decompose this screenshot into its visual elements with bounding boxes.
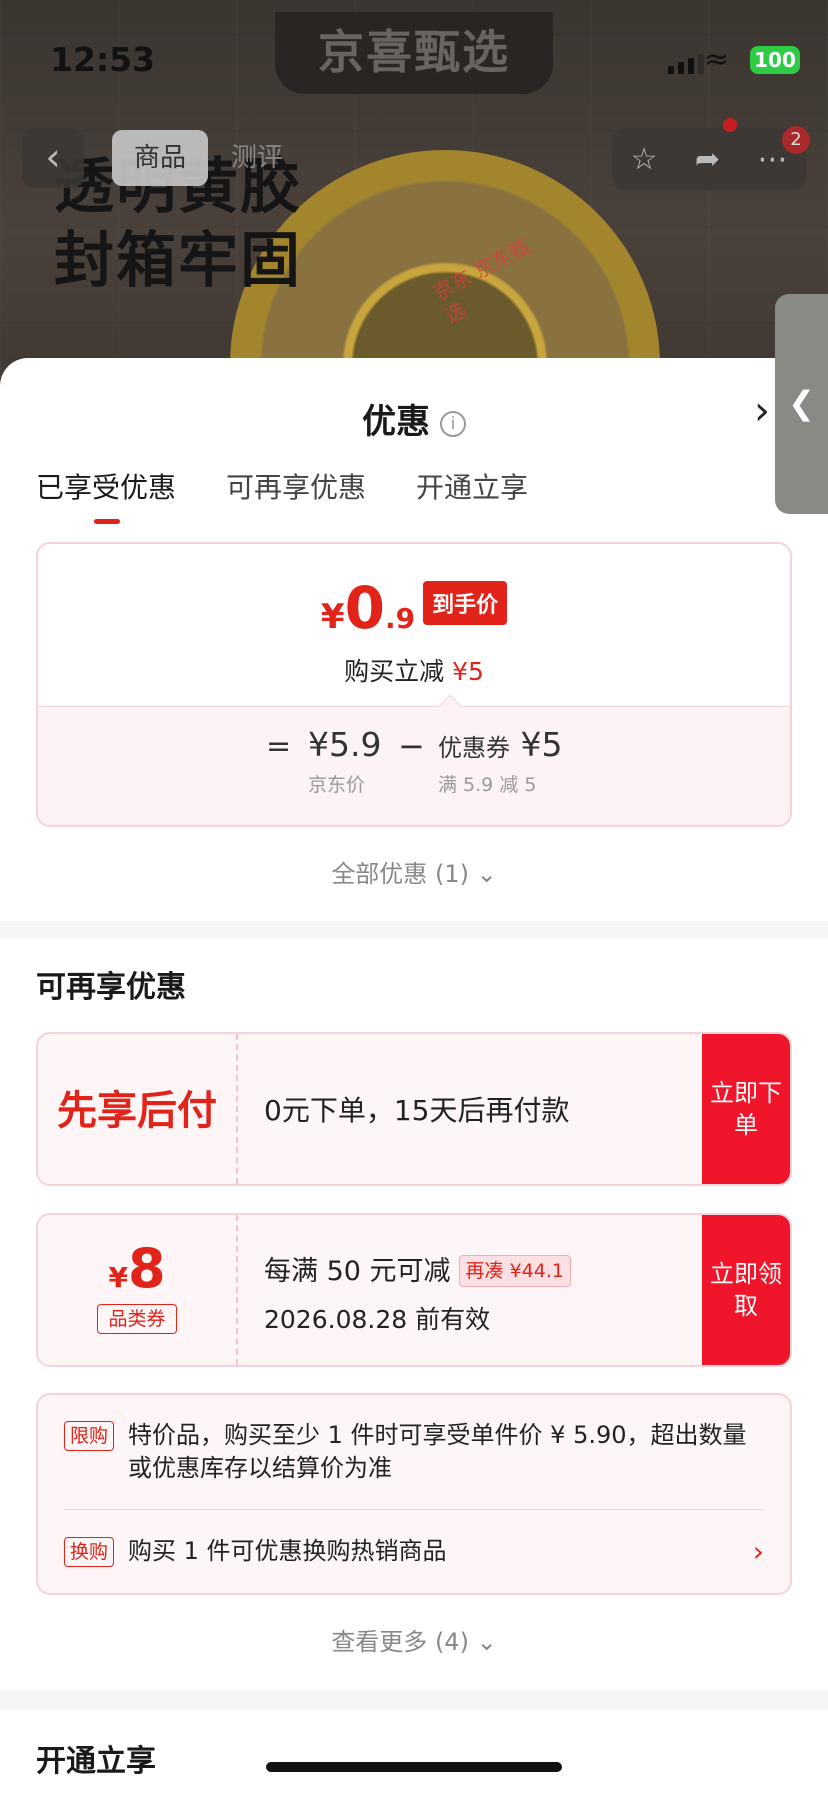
final-price-card: ¥0.9 到手价 购买立减 ¥5 = ¥5.9 京东价 − 优惠券 ¥5 满 5.… — [36, 542, 792, 827]
category-coupon-card[interactable]: ¥8 品类券 每满 50 元可减 再凑 ¥44.1 2026.08.28 前有效 … — [36, 1213, 792, 1367]
category-coupon-type: 品类券 — [97, 1304, 177, 1334]
coupon-block: 优惠券 ¥5 满 5.9 减 5 — [438, 725, 563, 797]
base-price: ¥5.9 — [308, 725, 382, 764]
coupon-value: 优惠券 ¥5 — [438, 725, 563, 764]
claim-coupon-button[interactable]: 立即领取 — [702, 1215, 790, 1365]
reduce-label: 购买立减 — [344, 657, 445, 686]
home-indicator[interactable] — [266, 1762, 562, 1772]
all-offers-label: 全部优惠 (1) — [331, 860, 469, 888]
tab-enjoyed-offers[interactable]: 已享受优惠 — [36, 466, 176, 524]
base-price-block: ¥5.9 京东价 — [308, 725, 381, 797]
category-coupon-rule: 每满 50 元可减 — [264, 1256, 451, 1287]
rule-divider — [64, 1509, 764, 1510]
signal-icon — [668, 52, 704, 74]
chevron-down-icon: ⌄ — [476, 860, 497, 888]
tab-more-offers[interactable]: 可再享优惠 — [226, 466, 366, 506]
sheet-title-text: 优惠 — [362, 402, 430, 442]
share-icon[interactable]: ➦ — [695, 142, 720, 177]
status-bar: 12:53 京喜甄选 ≈ 100 — [0, 0, 828, 110]
final-price-tag: 到手价 — [423, 581, 508, 625]
rule-row-limit: 限购 特价品，购买至少 1 件时可享受单件价 ¥ 5.90，超出数量或优惠库存以… — [64, 1419, 764, 1485]
tab-review[interactable]: 测评 — [212, 130, 302, 186]
close-icon[interactable]: › — [754, 388, 770, 434]
offers-sheet: 优惠 i › 已享受优惠 可再享优惠 开通立享 ¥0.9 到手价 购买立减 ¥5 =… — [0, 358, 828, 1793]
chevron-right-icon: › — [752, 1535, 764, 1568]
reduce-line: 购买立减 ¥5 — [38, 652, 790, 688]
category-coupon-amount: ¥8 — [38, 1237, 236, 1300]
category-coupon-valid: 2026.08.28 前有效 — [264, 1305, 491, 1334]
side-collapse-handle[interactable]: ❮ — [775, 294, 828, 514]
category-coupon-rule-line: 每满 50 元可减 再凑 ¥44.1 — [264, 1249, 698, 1288]
bnpl-order-button[interactable]: 立即下单 — [702, 1034, 790, 1184]
notification-dot — [723, 118, 737, 132]
rule-text-exchange: 购买 1 件可优惠换购热销商品 — [128, 1537, 447, 1565]
equals-sign: = — [266, 729, 292, 764]
rule-text-limit: 特价品，购买至少 1 件时可享受单件价 ¥ 5.90，超出数量或优惠库存以结算价… — [128, 1421, 747, 1482]
category-coupon-currency: ¥ — [108, 1261, 128, 1294]
category-coupon-mid: 每满 50 元可减 再凑 ¥44.1 2026.08.28 前有效 — [264, 1215, 698, 1365]
bnpl-left: 先享后付 — [38, 1034, 238, 1184]
status-time: 12:53 — [50, 40, 156, 79]
category-coupon-chip: 再凑 ¥44.1 — [458, 1255, 571, 1287]
tab-open-offers[interactable]: 开通立享 — [416, 466, 528, 506]
rule-tag-exchange: 换购 — [64, 1537, 115, 1567]
final-price-currency: ¥ — [320, 597, 345, 637]
bnpl-card[interactable]: 先享后付 0元下单，15天后再付款 立即下单 — [36, 1032, 792, 1186]
rule-tag-limit: 限购 — [64, 1421, 115, 1451]
coupon-amount: ¥5 — [520, 725, 563, 764]
back-button[interactable]: ‹ — [22, 128, 84, 188]
final-price-decimal: .9 — [384, 602, 416, 635]
section-divider — [0, 921, 828, 939]
rule-row-exchange[interactable]: 换购 购买 1 件可优惠换购热销商品 › — [64, 1535, 764, 1568]
info-icon[interactable]: i — [440, 410, 466, 437]
all-offers-toggle[interactable]: 全部优惠 (1) ⌄ — [0, 854, 828, 889]
final-price-top: ¥0.9 到手价 购买立减 ¥5 — [38, 544, 790, 706]
section-divider-2 — [0, 1691, 828, 1709]
headline-line-2: 封箱牢固 — [54, 226, 302, 296]
bnpl-desc: 0元下单，15天后再付款 — [264, 1094, 570, 1127]
final-price: ¥0.9 到手价 — [38, 574, 790, 642]
favorite-icon[interactable]: ☆ — [631, 142, 658, 177]
tab-goods[interactable]: 商品 — [112, 130, 208, 186]
battery-icon: 100 — [750, 46, 800, 74]
wifi-icon: ≈ — [704, 42, 730, 77]
chevron-down-icon: ⌄ — [476, 1628, 497, 1656]
coupon-rule: 满 5.9 减 5 — [438, 774, 537, 796]
reduce-amount: ¥5 — [452, 657, 484, 686]
more-badge: 2 — [782, 126, 810, 154]
coupon-label: 优惠券 — [438, 734, 510, 762]
base-price-label: 京东价 — [308, 774, 366, 796]
price-breakdown: = ¥5.9 京东价 − 优惠券 ¥5 满 5.9 减 5 — [38, 694, 790, 825]
chevron-left-icon: ❮ — [788, 384, 815, 422]
category-coupon-value: 8 — [127, 1237, 166, 1300]
bnpl-mid: 0元下单，15天后再付款 — [264, 1034, 698, 1184]
bnpl-title: 先享后付 — [57, 1088, 217, 1134]
brand-title: 京喜甄选 — [275, 12, 553, 94]
see-more-toggle[interactable]: 查看更多 (4) ⌄ — [0, 1622, 828, 1657]
rules-card: 限购 特价品，购买至少 1 件时可享受单件价 ¥ 5.90，超出数量或优惠库存以… — [36, 1393, 792, 1595]
see-more-label: 查看更多 (4) — [331, 1628, 469, 1656]
category-coupon-left: ¥8 品类券 — [38, 1215, 238, 1365]
open-offers-title: 开通立享 — [36, 1744, 156, 1779]
more-offers-title: 可再享优惠 — [36, 970, 186, 1005]
final-price-integer: 0 — [344, 574, 385, 642]
minus-sign: − — [398, 727, 425, 765]
offer-tabs: 已享受优惠 可再享优惠 开通立享 — [36, 466, 528, 524]
sheet-title: 优惠 i — [0, 394, 828, 443]
nav-actions: ☆ ➦ ⋯ — [612, 128, 806, 190]
